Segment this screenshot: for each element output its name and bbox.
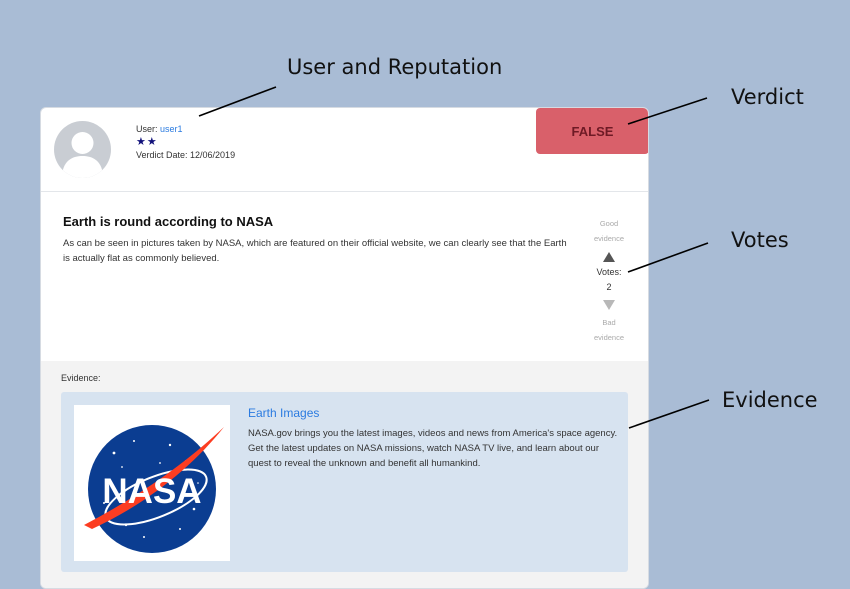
- evidence-card[interactable]: NASA Earth Images NASA.gov brings you th…: [61, 392, 628, 572]
- claim-title: Earth is round according to NASA: [63, 214, 274, 229]
- evidence-title-link[interactable]: Earth Images: [248, 406, 319, 420]
- callout-verdict: Verdict: [731, 85, 804, 109]
- callout-evidence: Evidence: [722, 388, 818, 412]
- user-silhouette-icon: [62, 132, 103, 178]
- card-header: User: user1 ★★ Verdict Date: 12/06/2019 …: [41, 108, 648, 192]
- verdict-badge[interactable]: FALSE: [536, 108, 648, 154]
- avatar[interactable]: [54, 121, 111, 178]
- verdict-date: Verdict Date: 12/06/2019: [136, 150, 236, 160]
- evidence-thumbnail[interactable]: NASA: [74, 405, 230, 561]
- evidence-section: Evidence: NASA Earth Images NASA.gov bri…: [41, 361, 648, 588]
- good-evidence-label-1: Good: [599, 219, 619, 228]
- vote-panel: Good evidence Votes: 2 Bad evidence: [591, 216, 627, 345]
- votes-label: Votes:: [596, 267, 622, 277]
- callout-votes: Votes: [731, 228, 789, 252]
- reputation-stars: ★★: [136, 136, 158, 148]
- user-line: User: user1: [136, 123, 235, 136]
- upvote-arrow-icon[interactable]: [603, 252, 615, 262]
- nasa-logo-text: NASA: [102, 472, 201, 511]
- callout-user-reputation: User and Reputation: [287, 55, 503, 79]
- bad-evidence-label-2: evidence: [593, 333, 625, 342]
- username-link[interactable]: user1: [160, 124, 183, 134]
- claim-section: Earth is round according to NASA As can …: [63, 214, 573, 266]
- downvote-arrow-icon[interactable]: [603, 300, 615, 310]
- good-evidence-label-2: evidence: [593, 234, 625, 243]
- votes-count: 2: [606, 282, 612, 292]
- bad-evidence-label-1: Bad: [602, 318, 616, 327]
- evidence-description: NASA.gov brings you the latest images, v…: [248, 428, 618, 469]
- evidence-label: Evidence:: [61, 373, 101, 383]
- user-info: User: user1 ★★ Verdict Date: 12/06/2019: [136, 123, 235, 162]
- nasa-logo-icon: NASA: [84, 425, 224, 553]
- verdict-card: User: user1 ★★ Verdict Date: 12/06/2019 …: [40, 107, 649, 589]
- user-label: User:: [136, 124, 158, 134]
- claim-body: As can be seen in pictures taken by NASA…: [63, 238, 567, 264]
